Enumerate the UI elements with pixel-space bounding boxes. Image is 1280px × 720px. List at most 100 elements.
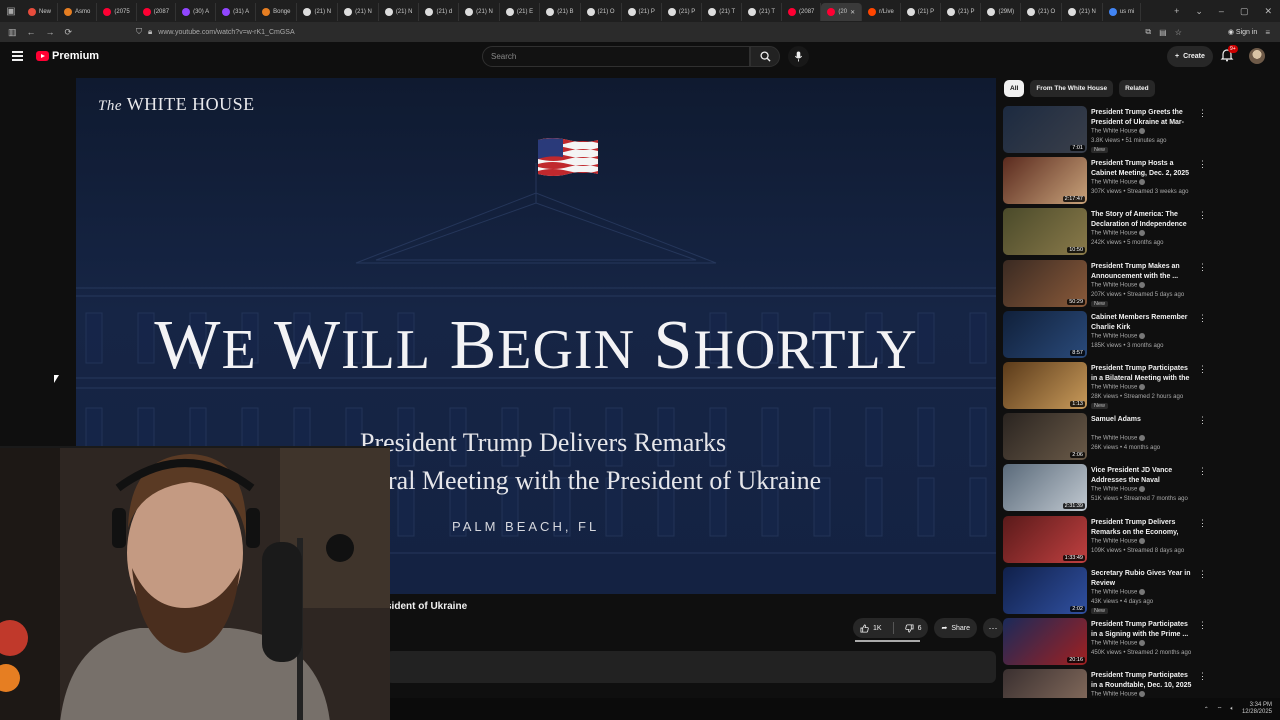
channel-name[interactable]: The White House [1091,128,1146,135]
channel-name[interactable]: The White House [1091,179,1146,186]
browser-tab[interactable]: (21) N [338,3,379,21]
new-tab-icon[interactable]: + [1174,6,1179,17]
channel-name[interactable]: The White House [1091,230,1146,237]
channel-name[interactable]: The White House [1091,639,1146,646]
recommendation-title[interactable]: President Trump Participates in a Signin… [1091,620,1195,640]
channel-name[interactable]: The White House [1091,588,1146,595]
dislike-button[interactable]: 6 [898,618,929,638]
browser-tab[interactable]: (20 ✕ [821,3,863,21]
video-thumbnail[interactable]: 50:29 [1003,259,1087,307]
reload-icon[interactable]: ⟳ [65,27,73,38]
bookmark-star-icon[interactable]: ☆ [1175,28,1182,37]
browser-tab[interactable]: New [22,3,59,21]
recommendation-title[interactable]: Cabinet Members Remember Charlie Kirk [1091,313,1195,333]
more-actions-button[interactable]: ⋯ [983,618,1004,638]
recommendation-item[interactable]: 1:13 President Trump Participates in a Bi… [1003,360,1213,411]
video-thumbnail[interactable]: 2:02 [1003,566,1087,614]
browser-tab[interactable]: Bonge [256,3,298,21]
volume-icon[interactable]: 🔈︎ [1230,706,1234,713]
channel-name[interactable]: The White House [1091,537,1146,544]
browser-tab[interactable]: r/Live [862,3,901,21]
close-tab-icon[interactable]: ✕ [850,9,855,16]
recommendation-title[interactable]: The Story of America: The Declaration of… [1091,210,1195,230]
recommendation-item[interactable]: 2:06 Samuel Adams The White House 26K views… [1003,411,1213,462]
recommendation-item[interactable]: 1:33:49 President Trump Delivers Remarks … [1003,514,1213,565]
video-thumbnail[interactable]: 7:01 [1003,106,1087,153]
recommendation-item[interactable]: 20:16 President Trump Participates in a S… [1003,616,1213,667]
search-input[interactable]: Search [482,46,750,67]
browser-tab[interactable]: (21) O [1021,3,1063,21]
more-options-icon[interactable]: ⋮ [1198,262,1207,273]
video-thumbnail[interactable]: 2:31:39 [1003,464,1087,512]
more-options-icon[interactable]: ⋮ [1198,210,1207,221]
recommendation-item[interactable]: 10:50 The Story of America: The Declarati… [1003,206,1213,257]
recommendation-item[interactable]: 2:02 Secretary Rubio Gives Year in Review… [1003,565,1213,616]
voice-search-button[interactable] [788,46,809,67]
video-thumbnail[interactable]: 2:06 [1003,413,1087,461]
more-options-icon[interactable]: ⋮ [1198,159,1207,170]
recommendation-item[interactable]: 7:01 President Trump Greets the President… [1003,104,1213,155]
tab-search-icon[interactable]: ⌄ [1195,6,1203,17]
recommendation-title[interactable]: Vice President JD Vance Addresses the Na… [1091,466,1195,486]
recommendation-title[interactable]: President Trump Participates in a Roundt… [1091,671,1195,691]
browser-tab[interactable]: (21) d [419,3,460,21]
browser-tab[interactable]: (21) N [459,3,500,21]
tray-chevron-icon[interactable]: ⌃ [1204,706,1209,713]
browser-tab[interactable]: (21) T [702,3,743,21]
recommendation-item[interactable]: 2:17:47 President Trump Hosts a Cabinet M… [1003,155,1213,206]
channel-name[interactable]: The White House [1091,486,1146,493]
sign-in-button[interactable]: ◉ Sign in [1228,28,1257,36]
recommendation-title[interactable]: President Trump Delivers Remarks on the … [1091,518,1195,538]
browser-tab[interactable]: (21) O [581,3,622,21]
extensions-icon[interactable]: ⧉ [1145,27,1151,37]
browser-tab[interactable]: (21) B [540,3,581,21]
like-button[interactable]: 1K [853,618,889,638]
recommendation-item[interactable]: 2:31:39 Vice President JD Vance Addresses… [1003,462,1213,513]
create-button[interactable]: + Create [1167,46,1213,67]
more-options-icon[interactable]: ⋮ [1198,415,1207,426]
more-options-icon[interactable]: ⋮ [1198,313,1207,324]
guide-menu-icon[interactable] [12,51,23,61]
filter-chip[interactable]: All [1004,80,1025,97]
browser-tab[interactable]: (21) T [742,3,783,21]
network-icon[interactable]: ⌔ [1217,705,1223,713]
channel-name[interactable]: The White House [1091,383,1146,391]
minimize-icon[interactable]: – [1219,6,1224,17]
channel-name[interactable]: The White House [1091,435,1146,442]
browser-tab[interactable]: (21) P [901,3,942,21]
browser-tab[interactable]: (2087 [782,3,822,21]
back-icon[interactable]: ← [27,27,36,38]
recommendation-title[interactable]: Samuel Adams [1091,415,1195,425]
recommendation-title[interactable]: President Trump Makes an Announcement wi… [1091,262,1195,282]
more-options-icon[interactable]: ⋮ [1198,466,1207,477]
browser-menu-icon[interactable]: ≡ [1265,28,1270,37]
more-options-icon[interactable]: ⋮ [1198,108,1207,119]
filter-chip[interactable]: Related [1119,80,1155,97]
video-thumbnail[interactable]: 1:33:49 [1003,515,1087,563]
browser-tab[interactable]: (2075 [97,3,137,21]
recommendation-title[interactable]: Secretary Rubio Gives Year in Review [1091,569,1195,589]
tab-actions-icon[interactable]: ▣ [0,0,22,22]
browser-tab[interactable]: (30) A [176,3,217,21]
close-window-icon[interactable]: ✕ [1264,6,1272,17]
recommendation-title[interactable]: President Trump Hosts a Cabinet Meeting,… [1091,159,1195,179]
browser-tab[interactable]: Asmo [58,3,98,21]
shield-icon[interactable]: ⛉ [136,27,142,37]
description-box[interactable] [386,651,996,683]
share-button[interactable]: ➦ Share [934,618,978,638]
video-thumbnail[interactable]: 8:57 [1003,310,1087,358]
channel-name[interactable]: The White House [1091,691,1146,698]
browser-tab[interactable]: (21) N [297,3,339,21]
video-thumbnail[interactable]: 10:50 [1003,208,1087,256]
video-thumbnail[interactable]: 2:17:47 [1003,157,1087,205]
video-thumbnail[interactable]: 1:13 [1003,361,1087,409]
more-options-icon[interactable]: ⋮ [1198,620,1207,631]
browser-tab[interactable]: (21) N [379,3,420,21]
browser-tab[interactable]: (21) N [1062,3,1103,21]
search-button[interactable] [750,46,780,67]
recommendation-item[interactable]: 8:57 Cabinet Members Remember Charlie Kir… [1003,309,1213,360]
browser-tab[interactable]: (21) P [662,3,703,21]
url-field[interactable]: www.youtube.com/watch?v=w-rK1_CmGSA [158,29,294,36]
system-clock[interactable]: 3:34 PM 12/28/2025 [1242,702,1272,716]
browser-tab[interactable]: (21) P [941,3,982,21]
